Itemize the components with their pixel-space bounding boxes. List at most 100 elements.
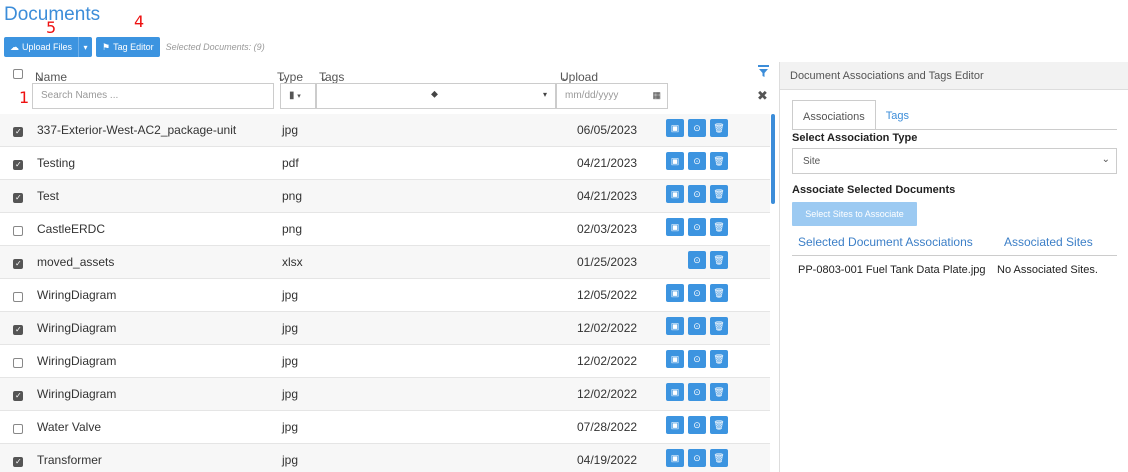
trash-icon[interactable]: 🗑 (710, 449, 728, 467)
image-preview-icon[interactable]: ▣ (666, 449, 684, 467)
row-actions: ▣⊙🗑 (666, 317, 728, 335)
trash-icon[interactable]: 🗑 (710, 284, 728, 302)
table-row[interactable]: WiringDiagram jpg 12/02/2022 ▣⊙🗑 (0, 378, 770, 411)
document-upload-date: 02/03/2023 (577, 222, 638, 236)
image-preview-icon[interactable]: ▣ (666, 416, 684, 434)
row-actions: ▣⊙🗑 (666, 218, 728, 236)
row-checkbox[interactable] (13, 457, 23, 467)
row-checkbox[interactable] (13, 259, 23, 269)
table-row[interactable]: Testing pdf 04/21/2023 ▣⊙🗑 (0, 147, 770, 180)
tab-associations[interactable]: Associations (792, 100, 876, 130)
trash-icon[interactable]: 🗑 (710, 119, 728, 137)
chevron-down-icon: ⌄ (277, 70, 288, 84)
association-type-select[interactable]: Site ⌄ (792, 148, 1117, 174)
row-checkbox[interactable] (13, 226, 23, 236)
view-icon[interactable]: ⊙ (688, 350, 706, 368)
document-name: Water Valve (37, 420, 102, 434)
view-icon[interactable]: ⊙ (688, 284, 706, 302)
document-type: png (282, 222, 303, 236)
row-checkbox[interactable] (13, 358, 23, 368)
trash-icon[interactable]: 🗑 (710, 152, 728, 170)
select-all-checkbox[interactable] (13, 69, 23, 79)
document-type: jpg (282, 288, 299, 302)
row-checkbox[interactable] (13, 292, 23, 302)
row-actions: ▣⊙🗑 (666, 152, 728, 170)
row-checkbox[interactable] (13, 127, 23, 137)
col-header-associations: Selected Document Associations (798, 235, 973, 249)
row-checkbox[interactable] (13, 391, 23, 401)
associations-panel: Document Associations and Tags Editor As… (779, 62, 1128, 472)
view-icon[interactable]: ⊙ (688, 152, 706, 170)
chevron-down-icon: ⌄ (1101, 154, 1110, 165)
chevron-down-icon: ⌄ (560, 70, 571, 84)
trash-icon[interactable]: 🗑 (710, 251, 728, 269)
view-icon[interactable]: ⊙ (688, 119, 706, 137)
caret-down-icon: ▾ (297, 93, 301, 100)
view-icon[interactable]: ⊙ (688, 317, 706, 335)
view-icon[interactable]: ⊙ (688, 383, 706, 401)
table-row[interactable]: Test png 04/21/2023 ▣⊙🗑 (0, 180, 770, 213)
table-row[interactable]: WiringDiagram jpg 12/05/2022 ▣ ⊙ 🗑 (0, 279, 770, 312)
image-preview-icon[interactable]: ▣ (666, 152, 684, 170)
tags-filter-dropdown[interactable]: ⬥ ▾ (316, 83, 556, 109)
filter-icon[interactable] (758, 65, 769, 77)
image-preview-icon[interactable]: ▣ (666, 185, 684, 203)
document-upload-date: 12/02/2022 (577, 387, 638, 401)
row-checkbox[interactable] (13, 193, 23, 203)
row-actions: ▣⊙🗑 (666, 449, 728, 467)
row-actions: ▣⊙🗑 (666, 251, 728, 269)
document-name: WiringDiagram (37, 288, 117, 302)
panel-header: Document Associations and Tags Editor (780, 62, 1128, 90)
table-row[interactable]: CastleERDC png 02/03/2023 ▣ ⊙ 🗑 (0, 213, 770, 246)
view-icon[interactable]: ⊙ (688, 218, 706, 236)
trash-icon[interactable]: 🗑 (710, 218, 728, 236)
view-icon[interactable]: ⊙ (688, 251, 706, 269)
table-scrollbar[interactable] (771, 114, 775, 204)
panel-tabs: Associations Tags (792, 100, 919, 130)
trash-icon[interactable]: 🗑 (710, 317, 728, 335)
table-header: Name ⌄ Type ⌄ Tags ⌄ Upload Date ⌄ (0, 62, 772, 98)
trash-icon[interactable]: 🗑 (710, 185, 728, 203)
row-checkbox[interactable] (13, 160, 23, 170)
calendar-icon[interactable]: ▦ (652, 90, 661, 101)
view-icon[interactable]: ⊙ (688, 449, 706, 467)
document-name: WiringDiagram (37, 354, 117, 368)
trash-icon[interactable]: 🗑 (710, 416, 728, 434)
table-row[interactable]: Transformer jpg 04/19/2022 ▣⊙🗑 (0, 444, 770, 472)
clear-filters-icon[interactable]: ✖ (757, 88, 768, 104)
view-icon[interactable]: ⊙ (688, 185, 706, 203)
table-row[interactable]: moved_assets xlsx 01/25/2023 ▣⊙🗑 (0, 246, 770, 279)
assoc-divider (792, 255, 1117, 256)
table-row[interactable]: Water Valve jpg 07/28/2022 ▣ ⊙ 🗑 (0, 411, 770, 444)
image-preview-icon[interactable]: ▣ (666, 383, 684, 401)
tab-tags[interactable]: Tags (876, 100, 919, 130)
document-name: CastleERDC (37, 222, 106, 236)
search-names-input[interactable]: Search Names ... (32, 83, 274, 109)
select-sites-button[interactable]: Select Sites to Associate (792, 202, 917, 226)
image-preview-icon[interactable]: ▣ (666, 350, 684, 368)
trash-icon[interactable]: 🗑 (710, 383, 728, 401)
upload-date-filter-input[interactable]: mm/dd/yyyy ▦ (556, 83, 668, 109)
upload-dropdown-toggle[interactable]: ▾ (78, 37, 93, 57)
table-row[interactable]: WiringDiagram jpg 12/02/2022 ▣⊙🗑 (0, 312, 770, 345)
selected-documents-count: Selected Documents: (9) (165, 42, 265, 52)
document-name: WiringDiagram (37, 321, 117, 335)
col-header-sites: Associated Sites (1004, 235, 1093, 249)
table-row[interactable]: WiringDiagram jpg 12/02/2022 ▣⊙🗑 (0, 345, 770, 378)
image-preview-icon[interactable]: ▣ (666, 218, 684, 236)
upload-files-button[interactable]: ☁ Upload Files (4, 37, 79, 57)
row-checkbox[interactable] (13, 325, 23, 335)
document-name: Test (37, 189, 60, 203)
trash-icon[interactable]: 🗑 (710, 350, 728, 368)
table-row[interactable]: 337-Exterior-West-AC2_package-unit jpg 06/… (0, 114, 770, 147)
image-preview-icon[interactable]: ▣ (666, 119, 684, 137)
image-preview-icon[interactable]: ▣ (666, 284, 684, 302)
document-upload-date: 01/25/2023 (577, 255, 638, 269)
type-filter-dropdown[interactable]: ▮ ▾ (280, 83, 316, 109)
view-icon[interactable]: ⊙ (688, 416, 706, 434)
image-preview-icon[interactable]: ▣ (666, 317, 684, 335)
document-upload-date: 12/02/2022 (577, 354, 638, 368)
document-upload-date: 12/02/2022 (577, 321, 638, 335)
tag-editor-button[interactable]: ⚑ Tag Editor (96, 37, 160, 57)
row-checkbox[interactable] (13, 424, 23, 434)
